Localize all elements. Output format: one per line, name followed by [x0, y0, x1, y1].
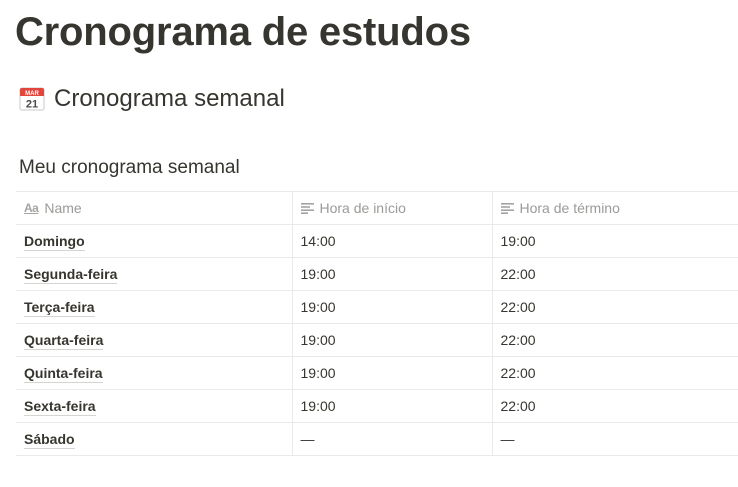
- column-header-label: Name: [44, 200, 82, 216]
- cell-start-time[interactable]: 19:00: [291, 356, 492, 390]
- column-header-start[interactable]: Hora de início: [291, 191, 492, 225]
- row-name-link[interactable]: Segunda-feira: [24, 266, 118, 284]
- table-row[interactable]: Terça-feira 19:00 22:00: [16, 290, 738, 324]
- column-header-name[interactable]: Aa Name: [16, 191, 292, 225]
- row-name-link[interactable]: Sábado: [24, 431, 75, 449]
- cell-name[interactable]: Sábado: [16, 422, 292, 456]
- table-row[interactable]: Sexta-feira 19:00 22:00: [16, 389, 738, 423]
- text-aa-icon: Aa: [24, 201, 39, 215]
- row-name-link[interactable]: Domingo: [24, 233, 85, 251]
- table-row[interactable]: Sábado — —: [16, 422, 738, 456]
- cell-start-time[interactable]: 19:00: [291, 257, 492, 291]
- cell-end-time[interactable]: 22:00: [491, 290, 738, 324]
- table-row[interactable]: Domingo 14:00 19:00: [16, 224, 738, 258]
- column-header-label: Hora de início: [319, 200, 406, 216]
- column-header-label: Hora de término: [519, 200, 620, 216]
- cell-start-time[interactable]: 19:00: [291, 323, 492, 357]
- cell-start-time[interactable]: 19:00: [291, 290, 492, 324]
- cell-end-time[interactable]: 22:00: [491, 323, 738, 357]
- calendar-icon: MAR 21: [19, 87, 45, 111]
- table-row[interactable]: Quarta-feira 19:00 22:00: [16, 323, 738, 357]
- database-title[interactable]: Meu cronograma semanal: [19, 157, 240, 179]
- table-row[interactable]: Segunda-feira 19:00 22:00: [16, 257, 738, 291]
- cell-end-time[interactable]: 22:00: [491, 356, 738, 390]
- row-name-link[interactable]: Quarta-feira: [24, 332, 104, 350]
- row-name-link[interactable]: Quinta-feira: [24, 365, 103, 383]
- cell-end-time[interactable]: 22:00: [491, 257, 738, 291]
- section-heading: MAR 21 Cronograma semanal: [19, 82, 285, 116]
- cell-end-time[interactable]: 22:00: [491, 389, 738, 423]
- cell-start-time[interactable]: 19:00: [291, 389, 492, 423]
- table-row[interactable]: Quinta-feira 19:00 22:00: [16, 356, 738, 390]
- calendar-icon-day: 21: [26, 99, 38, 111]
- cell-name[interactable]: Sexta-feira: [16, 389, 292, 423]
- section-heading-text: Cronograma semanal: [54, 85, 285, 112]
- table-header-row: Aa Name Hora de início Hora de término: [16, 191, 738, 225]
- cell-start-time[interactable]: —: [291, 422, 492, 456]
- calendar-icon-month: MAR: [25, 91, 39, 97]
- row-name-link[interactable]: Sexta-feira: [24, 398, 96, 416]
- cell-name[interactable]: Quarta-feira: [16, 323, 292, 357]
- cell-name[interactable]: Segunda-feira: [16, 257, 292, 291]
- row-name-link[interactable]: Terça-feira: [24, 299, 95, 317]
- cell-start-time[interactable]: 14:00: [291, 224, 492, 258]
- cell-name[interactable]: Quinta-feira: [16, 356, 292, 390]
- cell-end-time[interactable]: 19:00: [491, 224, 738, 258]
- column-header-end[interactable]: Hora de término: [491, 191, 738, 225]
- cell-end-time[interactable]: —: [491, 422, 738, 456]
- cell-name[interactable]: Terça-feira: [16, 290, 292, 324]
- text-lines-icon: [300, 202, 314, 214]
- schedule-table: Aa Name Hora de início Hora de término D…: [16, 191, 738, 456]
- text-lines-icon: [500, 202, 514, 214]
- cell-name[interactable]: Domingo: [16, 224, 292, 258]
- page-title: Cronograma de estudos: [15, 10, 471, 54]
